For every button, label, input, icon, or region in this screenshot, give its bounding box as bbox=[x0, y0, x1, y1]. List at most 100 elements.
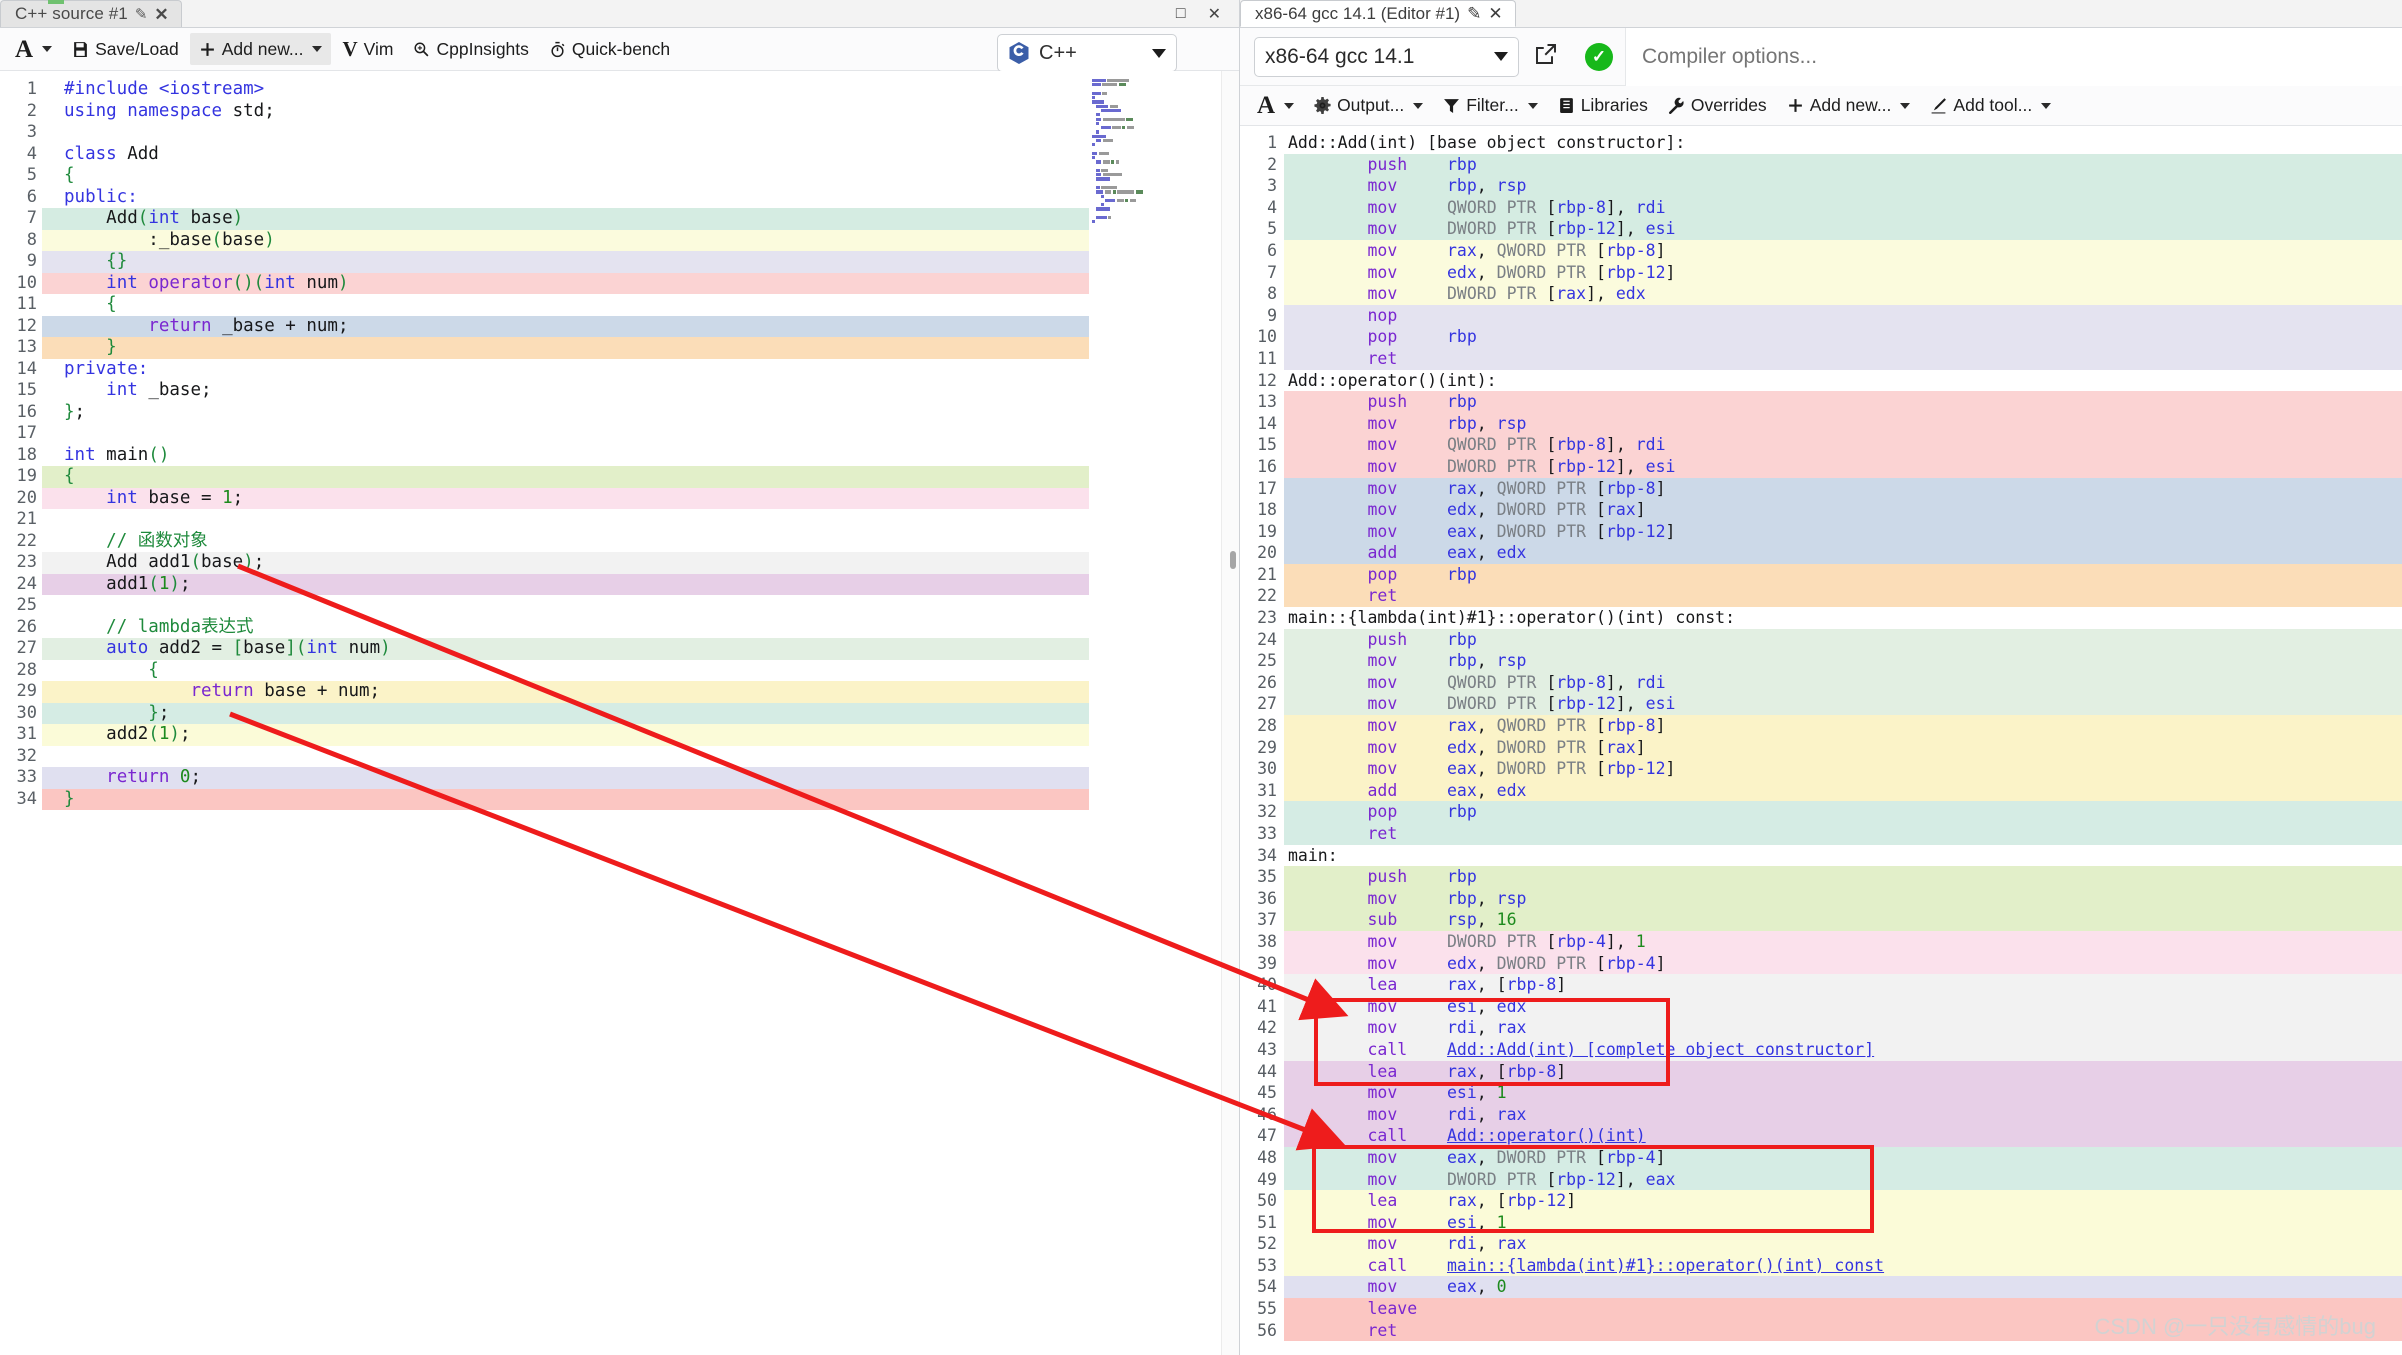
asm-line[interactable]: mov rbp, rsp bbox=[1284, 887, 2402, 910]
asm-line[interactable]: mov rbp, rsp bbox=[1284, 412, 2402, 435]
asm-line[interactable]: nop bbox=[1284, 304, 2402, 327]
source-line[interactable]: int base = 1; bbox=[42, 487, 1239, 509]
asm-line[interactable]: mov QWORD PTR [rbp-8], rdi bbox=[1284, 671, 2402, 694]
asm-line[interactable]: push rbp bbox=[1284, 391, 2402, 413]
source-line[interactable]: } bbox=[42, 788, 1239, 810]
pencil-icon[interactable]: ✎ bbox=[135, 7, 148, 22]
asm-line[interactable]: mov QWORD PTR [rbp-8], rdi bbox=[1284, 434, 2402, 456]
source-line[interactable] bbox=[42, 595, 1239, 617]
asm-line[interactable]: mov DWORD PTR [rbp-12], esi bbox=[1284, 693, 2402, 716]
vim-button[interactable]: V Vim bbox=[333, 33, 402, 65]
source-line[interactable]: }; bbox=[42, 402, 1239, 424]
asm-line[interactable]: mov rbp, rsp bbox=[1284, 175, 2402, 197]
asm-line[interactable]: mov rax, QWORD PTR [rbp-8] bbox=[1284, 477, 2402, 500]
asm-line[interactable]: ret bbox=[1284, 823, 2402, 845]
asm-line[interactable]: mov rdi, rax bbox=[1284, 1017, 2402, 1039]
asm-line[interactable]: mov esi, edx bbox=[1284, 995, 2402, 1018]
font-size-button[interactable]: A bbox=[6, 33, 61, 65]
source-line[interactable]: int operator()(int num) bbox=[42, 272, 1239, 294]
asm-line[interactable]: mov edx, DWORD PTR [rbp-4] bbox=[1284, 952, 2402, 975]
close-icon[interactable]: ✕ bbox=[154, 6, 168, 23]
tab-cpp-source-1[interactable]: C++ source #1 ✎ ✕ bbox=[0, 0, 182, 27]
source-line[interactable] bbox=[42, 746, 1239, 768]
asm-line[interactable]: lea rax, [rbp-8] bbox=[1284, 1060, 2402, 1083]
source-line[interactable]: auto add2 = [base](int num) bbox=[42, 638, 1239, 660]
source-line[interactable]: int _base; bbox=[42, 380, 1239, 402]
close-icon[interactable]: ✕ bbox=[1488, 4, 1502, 24]
cppinsights-button[interactable]: CppInsights bbox=[404, 33, 537, 65]
asm-line[interactable]: add eax, edx bbox=[1284, 779, 2402, 802]
asm-line[interactable]: push rbp bbox=[1284, 628, 2402, 651]
source-minimap[interactable] bbox=[1089, 71, 1175, 1355]
add-new-button[interactable]: Add new... bbox=[1778, 91, 1920, 121]
asm-line[interactable]: mov QWORD PTR [rbp-8], rdi bbox=[1284, 196, 2402, 219]
maximize-icon[interactable]: □ bbox=[1176, 5, 1186, 23]
pencil-icon[interactable]: ✎ bbox=[1467, 4, 1481, 24]
source-line[interactable]: add1(1); bbox=[42, 573, 1239, 595]
source-line[interactable]: { bbox=[42, 294, 1239, 316]
asm-line[interactable]: main::{lambda(int)#1}::operator()(int) c… bbox=[1284, 607, 2402, 629]
source-line[interactable] bbox=[42, 423, 1239, 445]
asm-line[interactable]: pop rbp bbox=[1284, 801, 2402, 823]
scrollbar-thumb[interactable] bbox=[1230, 551, 1236, 569]
asm-line[interactable]: mov DWORD PTR [rbp-12], esi bbox=[1284, 455, 2402, 478]
source-line[interactable]: public: bbox=[42, 187, 1239, 209]
source-line[interactable]: return base + num; bbox=[42, 681, 1239, 703]
asm-line[interactable]: lea rax, [rbp-8] bbox=[1284, 974, 2402, 996]
source-line[interactable]: return 0; bbox=[42, 767, 1239, 789]
source-line[interactable]: { bbox=[42, 466, 1239, 488]
popout-button[interactable] bbox=[1519, 42, 1573, 71]
asm-line[interactable]: main: bbox=[1284, 845, 2402, 867]
source-line[interactable]: }; bbox=[42, 702, 1239, 724]
overrides-button[interactable]: Overrides bbox=[1659, 91, 1776, 121]
source-line[interactable]: class Add bbox=[42, 144, 1239, 166]
source-line[interactable] bbox=[42, 509, 1239, 531]
asm-line[interactable]: mov rbp, rsp bbox=[1284, 650, 2402, 672]
source-line[interactable]: Add add1(base); bbox=[42, 552, 1239, 574]
asm-line[interactable]: ret bbox=[1284, 585, 2402, 608]
asm-line[interactable]: pop rbp bbox=[1284, 326, 2402, 348]
source-line[interactable]: } bbox=[42, 337, 1239, 359]
asm-line[interactable]: mov edx, DWORD PTR [rax] bbox=[1284, 499, 2402, 521]
source-line[interactable]: :_base(base) bbox=[42, 229, 1239, 251]
asm-line[interactable]: mov eax, DWORD PTR [rbp-12] bbox=[1284, 758, 2402, 780]
asm-line[interactable]: mov eax, DWORD PTR [rbp-12] bbox=[1284, 520, 2402, 543]
libraries-button[interactable]: Libraries bbox=[1549, 91, 1657, 121]
source-line[interactable]: using namespace std; bbox=[42, 101, 1239, 123]
asm-line[interactable]: mov DWORD PTR [rbp-12], eax bbox=[1284, 1168, 2402, 1191]
asm-line[interactable]: call main::{lambda(int)#1}::operator()(i… bbox=[1284, 1254, 2402, 1277]
compiler-options-input[interactable] bbox=[1625, 27, 2402, 86]
add-tool-button[interactable]: Add tool... bbox=[1921, 91, 2060, 121]
asm-line[interactable]: sub rsp, 16 bbox=[1284, 909, 2402, 931]
asm-line[interactable]: mov eax, DWORD PTR [rbp-4] bbox=[1284, 1146, 2402, 1169]
asm-line[interactable]: lea rax, [rbp-12] bbox=[1284, 1190, 2402, 1212]
asm-line[interactable]: Add::operator()(int): bbox=[1284, 370, 2402, 392]
source-line[interactable] bbox=[42, 122, 1239, 144]
source-scrollbar[interactable] bbox=[1221, 71, 1239, 1355]
asm-line[interactable]: mov rdi, rax bbox=[1284, 1233, 2402, 1255]
source-line[interactable]: // 函数对象 bbox=[42, 531, 1239, 553]
asm-line[interactable]: mov esi, 1 bbox=[1284, 1211, 2402, 1234]
source-line[interactable]: // lambda表达式 bbox=[42, 617, 1239, 639]
language-selector[interactable]: C++ bbox=[997, 34, 1177, 72]
asm-line[interactable]: mov edx, DWORD PTR [rbp-12] bbox=[1284, 261, 2402, 284]
asm-line[interactable]: mov rax, QWORD PTR [rbp-8] bbox=[1284, 239, 2402, 262]
asm-line[interactable]: add eax, edx bbox=[1284, 542, 2402, 564]
source-line[interactable]: Add(int base) bbox=[42, 208, 1239, 230]
source-code-area[interactable]: #include <iostream> using namespace std; c… bbox=[42, 71, 1239, 1355]
source-line[interactable]: #include <iostream> bbox=[42, 79, 1239, 101]
asm-line[interactable]: push rbp bbox=[1284, 153, 2402, 176]
asm-line[interactable]: call Add::Add(int) [complete object cons… bbox=[1284, 1038, 2402, 1061]
compiler-selector[interactable]: x86-64 gcc 14.1 bbox=[1254, 36, 1519, 77]
tab-x86-64-gcc[interactable]: x86-64 gcc 14.1 (Editor #1) ✎ ✕ bbox=[1240, 0, 1516, 27]
asm-line[interactable]: call Add::operator()(int) bbox=[1284, 1125, 2402, 1147]
source-line[interactable]: { bbox=[42, 660, 1239, 682]
save-load-button[interactable]: Save/Load bbox=[63, 33, 188, 65]
output-button[interactable]: Output... bbox=[1305, 91, 1432, 121]
font-size-button[interactable]: A bbox=[1248, 91, 1303, 121]
asm-line[interactable]: mov rdi, rax bbox=[1284, 1103, 2402, 1126]
source-line[interactable]: add2(1); bbox=[42, 724, 1239, 746]
quick-bench-button[interactable]: Quick-bench bbox=[540, 33, 679, 65]
asm-line[interactable]: pop rbp bbox=[1284, 563, 2402, 586]
close-pane-icon[interactable]: ✕ bbox=[1208, 4, 1221, 24]
